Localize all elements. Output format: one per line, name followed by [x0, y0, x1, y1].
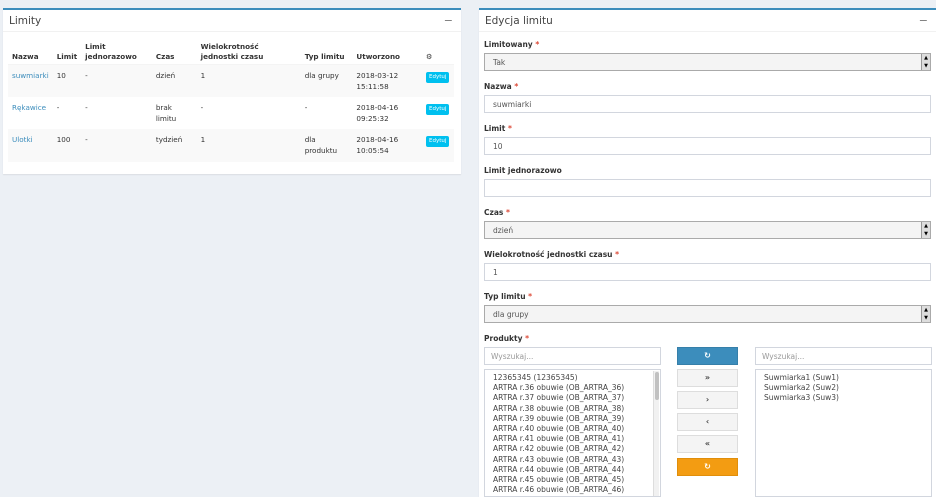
limits-panel-header: Limity −: [3, 10, 461, 32]
col-header-created[interactable]: Utworzono: [352, 30, 422, 65]
multiplier-value: -: [200, 103, 204, 112]
col-header-time[interactable]: Czas: [151, 30, 197, 65]
limit-value: 100: [52, 129, 82, 162]
limit-name-link[interactable]: suwmiarki: [12, 71, 49, 80]
multiplier-value: 1: [196, 129, 301, 162]
edit-limit-panel-title: Edycja limitu: [485, 15, 553, 27]
limit-name-link[interactable]: Ulotki: [12, 135, 33, 144]
chevron-left-icon: ‹: [705, 417, 710, 426]
edit-limit-panel-header: Edycja limitu −: [479, 10, 936, 32]
limit-value: -: [56, 103, 60, 112]
list-item[interactable]: ARTRA r.44 obuwie (OB_ARTRA_44): [493, 465, 652, 475]
list-item[interactable]: 12365345 (12365345): [493, 373, 652, 383]
list-scrollbar[interactable]: [653, 371, 659, 496]
czas-select[interactable]: dzień ▲ ▼: [484, 221, 931, 239]
multiplier-input[interactable]: 1: [484, 263, 931, 281]
type-value: -: [304, 103, 308, 112]
created-value: 2018-04-16 09:25:32: [356, 103, 399, 123]
col-header-limit-once[interactable]: Limit jednorazowo: [81, 30, 152, 65]
list-item[interactable]: ARTRA r.37 obuwie (OB_ARTRA_37): [493, 393, 652, 403]
edit-button[interactable]: Edytuj: [425, 71, 450, 83]
table-row: suwmiarki 10 - dzień 1 dla grupy 2018-03…: [8, 64, 454, 97]
collapse-icon[interactable]: −: [444, 14, 453, 27]
list-item[interactable]: ARTRA r.45 obuwie (OB_ARTRA_45): [493, 475, 652, 485]
move-all-right-button[interactable]: »: [677, 369, 738, 387]
double-chevron-right-icon: »: [704, 373, 711, 382]
available-products-list[interactable]: 12365345 (12365345) ARTRA r.36 obuwie (O…: [484, 369, 661, 497]
list-item[interactable]: ARTRA r.38 obuwie (OB_ARTRA_38): [493, 404, 652, 414]
col-header-name[interactable]: Nazwa: [8, 30, 53, 65]
collapse-icon[interactable]: −: [919, 14, 928, 27]
nazwa-label: Nazwa *: [484, 82, 519, 91]
list-item[interactable]: ARTRA r.39 obuwie (OB_ARTRA_39): [493, 414, 652, 424]
selected-search-input[interactable]: Wyszukaj...: [755, 347, 932, 365]
col-header-type[interactable]: Typ limitu: [300, 30, 353, 65]
list-item[interactable]: ARTRA r.41 obuwie (OB_ARTRA_41): [493, 434, 652, 444]
created-value: 2018-04-16 10:05:54: [352, 129, 422, 162]
col-header-limit[interactable]: Limit: [52, 30, 82, 65]
list-item[interactable]: ARTRA r.43 obuwie (OB_ARTRA_43): [493, 455, 652, 465]
col-header-multiplier[interactable]: Wielokrotność jednostki czasu: [196, 30, 301, 65]
products-label: Produkty *: [484, 334, 530, 343]
list-item[interactable]: ARTRA r.46 obuwie (OB_ARTRA_46): [493, 485, 652, 495]
reset-button[interactable]: ↻: [677, 458, 738, 476]
list-item[interactable]: ARTRA r.36 obuwie (OB_ARTRA_36): [493, 383, 652, 393]
gear-icon: ⚙: [421, 30, 454, 65]
nazwa-input[interactable]: suwmiarki: [484, 95, 931, 113]
created-value: 2018-03-12 15:11:58: [352, 64, 422, 97]
select-arrows-icon: ▲ ▼: [921, 222, 930, 238]
type-value: dla produktu: [300, 129, 353, 162]
limit-once-value: -: [81, 64, 152, 97]
limits-table: Nazwa Limit Limit jednorazowo Czas Wielo…: [8, 30, 454, 162]
limitowany-select[interactable]: Tak ▲ ▼: [484, 53, 931, 71]
limitowany-label: Limitowany *: [484, 40, 540, 49]
time-value: dzień: [151, 64, 197, 97]
chevron-right-icon: ›: [705, 395, 710, 404]
table-row: Ulotki 100 - tydzień 1 dla produktu 2018…: [8, 129, 454, 162]
reset-icon: ↻: [704, 462, 711, 471]
list-item[interactable]: ARTRA r.42 obuwie (OB_ARTRA_42): [493, 444, 652, 454]
move-left-button[interactable]: ‹: [677, 413, 738, 431]
double-chevron-left-icon: «: [704, 439, 711, 448]
limit-once-value: -: [85, 103, 88, 112]
list-item[interactable]: Suwmiarka3 (Suw3): [764, 393, 923, 403]
type-value: dla grupy: [300, 64, 353, 97]
move-all-left-button[interactable]: «: [677, 435, 738, 453]
refresh-icon: ↻: [704, 351, 711, 360]
limits-panel-title: Limity: [9, 15, 42, 27]
limit-once-input[interactable]: [484, 179, 931, 197]
available-search-input[interactable]: Wyszukaj...: [484, 347, 661, 365]
select-arrows-icon: ▲ ▼: [921, 306, 930, 322]
czas-label: Czas *: [484, 208, 510, 217]
table-row: Rękawice - - brak limitu - - 2018-04-16 …: [8, 97, 454, 129]
select-arrows-icon: ▲ ▼: [921, 54, 930, 70]
edit-button[interactable]: Edytuj: [425, 104, 450, 115]
limit-input[interactable]: 10: [484, 137, 931, 155]
multiplier-value: 1: [196, 64, 301, 97]
limit-label: Limit *: [484, 124, 512, 133]
time-value: tydzień: [151, 129, 197, 162]
limit-once-value: -: [81, 129, 152, 162]
limit-name-link[interactable]: Rękawice: [12, 103, 46, 112]
edit-button[interactable]: Edytuj: [425, 136, 450, 147]
list-item[interactable]: Suwmiarka2 (Suw2): [764, 383, 923, 393]
type-label: Typ limitu *: [484, 292, 533, 301]
limit-once-label: Limit jednorazowo: [484, 166, 562, 175]
multiplier-label: Wielokrotność jednostki czasu *: [484, 250, 620, 259]
limit-value: 10: [52, 64, 82, 97]
move-right-button[interactable]: ›: [677, 391, 738, 409]
scroll-thumb[interactable]: [655, 372, 659, 400]
list-item[interactable]: Suwmiarka1 (Suw1): [764, 373, 923, 383]
refresh-button[interactable]: ↻: [677, 347, 738, 365]
list-item[interactable]: ARTRA r.40 obuwie (OB_ARTRA_40): [493, 424, 652, 434]
type-select[interactable]: dla grupy ▲ ▼: [484, 305, 931, 323]
time-value: brak limitu: [155, 103, 177, 123]
selected-products-list[interactable]: Suwmiarka1 (Suw1) Suwmiarka2 (Suw2) Suwm…: [755, 369, 932, 497]
table-header-row: Nazwa Limit Limit jednorazowo Czas Wielo…: [8, 30, 454, 65]
